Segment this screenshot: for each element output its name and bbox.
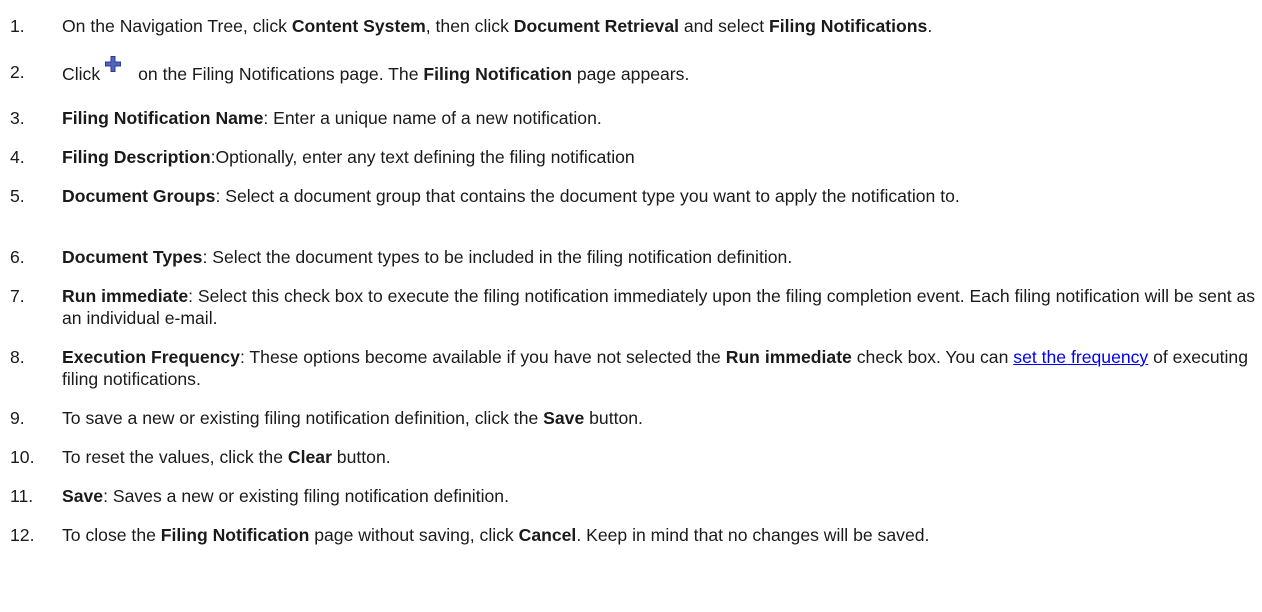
step-number: 9. (10, 408, 25, 428)
ui-term: Save (543, 408, 585, 428)
step-text: Document Groups: Select a document group… (62, 186, 960, 206)
ui-term: Save (62, 486, 104, 506)
step-number: 6. (10, 247, 25, 267)
step-number: 5. (10, 186, 25, 206)
step-number: 3. (10, 108, 25, 128)
step-number: 12. (10, 525, 35, 545)
step-text: Filing Description:Optionally, enter any… (62, 147, 635, 167)
ui-term: Filing Description (62, 147, 211, 167)
step-text: Save: Saves a new or existing filing not… (62, 486, 509, 506)
set-frequency-link[interactable]: set the frequency (1013, 347, 1148, 367)
ui-term: Filing Notification (423, 64, 572, 84)
step-text: To save a new or existing filing notific… (62, 408, 643, 428)
step-number: 7. (10, 286, 25, 306)
ui-term: Run immediate (725, 347, 852, 367)
ui-term: Filing Notification Name (62, 108, 264, 128)
ui-term: Document Retrieval (513, 16, 679, 36)
step-text: On the Navigation Tree, click Content Sy… (62, 16, 933, 36)
step-number: 2. (10, 62, 25, 82)
step-number: 4. (10, 147, 25, 167)
ui-term: Document Types (62, 247, 203, 267)
ui-term: Content System (291, 16, 426, 36)
ui-term: Document Groups (62, 186, 216, 206)
step-number: 1. (10, 16, 25, 36)
step-number: 11. (10, 486, 34, 506)
step-text: To close the Filing Notification page wi… (62, 525, 930, 545)
ui-term: Execution Frequency (62, 347, 240, 367)
step-text: Document Types: Select the document type… (62, 247, 793, 267)
step-number: 8. (10, 347, 25, 367)
step-text: Filing Notification Name: Enter a unique… (62, 108, 602, 128)
step-number: 10. (10, 447, 35, 467)
step-text: Execution Frequency: These options becom… (62, 347, 1248, 389)
ui-term: Run immediate (62, 286, 189, 306)
ui-term: Filing Notifications (768, 16, 928, 36)
step-text: Click on the Filing Notifications page. T… (62, 56, 1257, 85)
ui-term: Cancel (518, 525, 577, 545)
ui-term: Filing Notification (160, 525, 310, 545)
step-text: To reset the values, click the Clear but… (62, 447, 391, 467)
plus-icon (102, 56, 124, 83)
ui-term: Clear (287, 447, 332, 467)
step-text: Run immediate: Select this check box to … (62, 286, 1256, 328)
